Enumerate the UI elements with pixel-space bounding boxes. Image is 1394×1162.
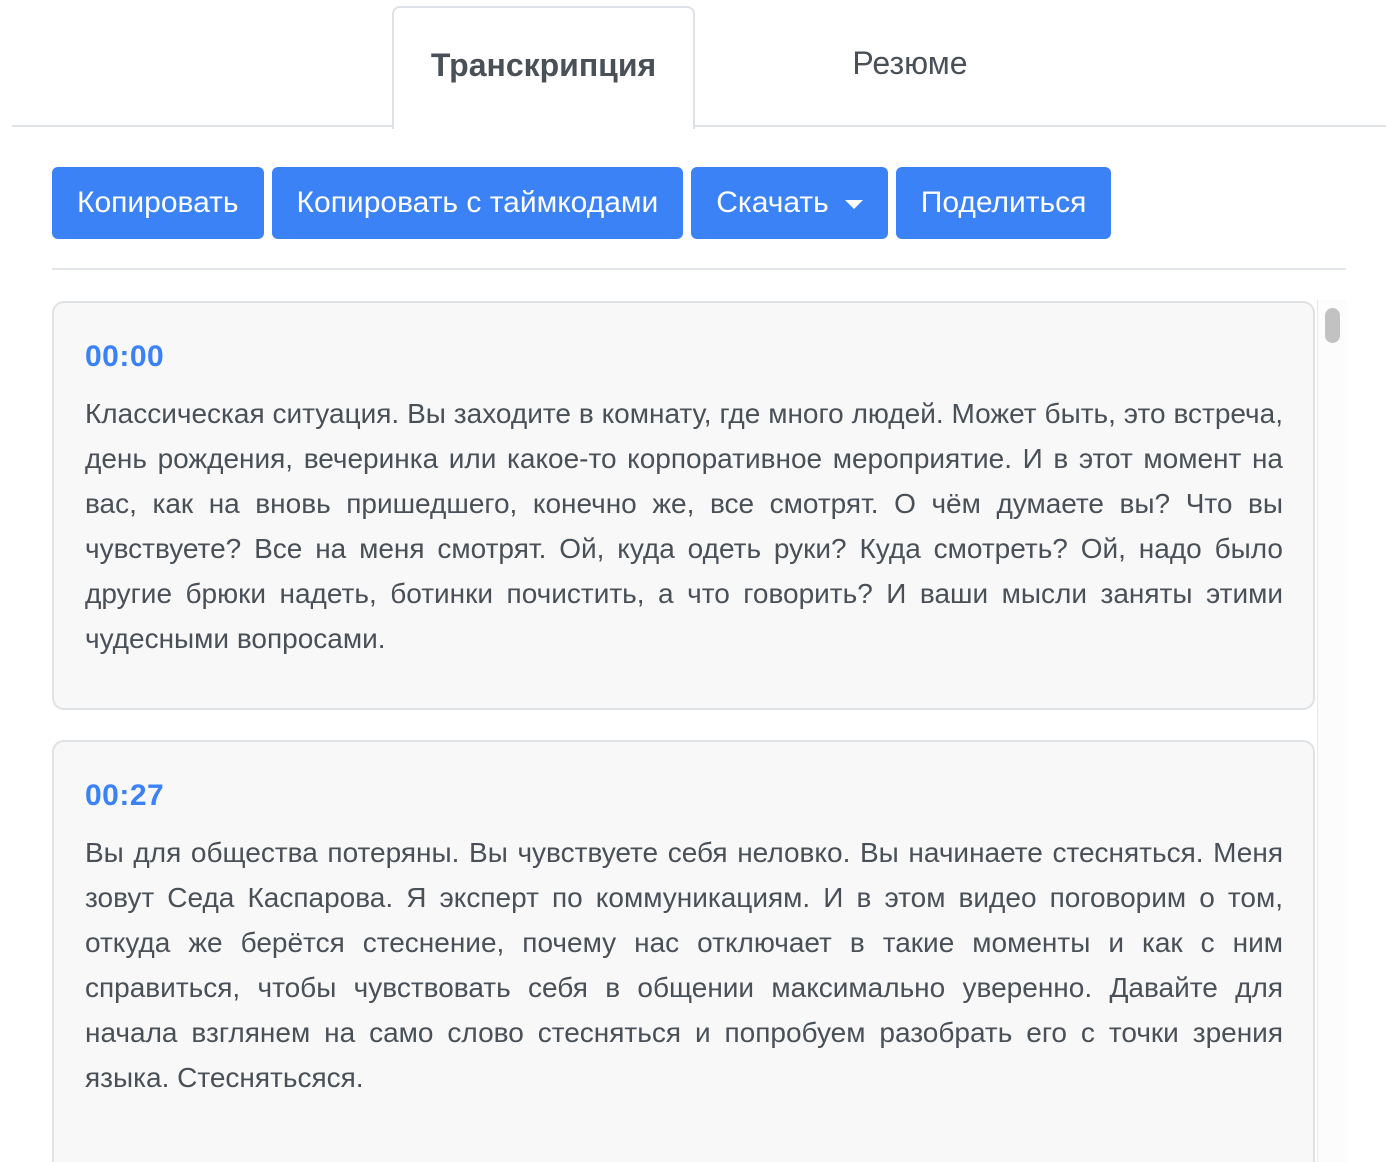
segment-timecode[interactable]: 00:00: [85, 339, 1283, 375]
share-button[interactable]: Поделиться: [895, 167, 1112, 239]
toolbar-divider: [52, 268, 1346, 270]
copy-with-timecodes-button[interactable]: Копировать с таймкодами: [271, 167, 684, 239]
download-dropdown-button[interactable]: Скачать: [691, 167, 888, 239]
scrollbar-thumb[interactable]: [1325, 308, 1340, 343]
caret-down-icon: [844, 199, 863, 209]
transcript-segment: 00:27 Вы для общества потеряны. Вы чувст…: [52, 740, 1315, 1162]
segment-timecode[interactable]: 00:27: [85, 778, 1283, 814]
segment-text: Вы для общества потеряны. Вы чувствуете …: [85, 837, 1283, 1093]
segment-text: Классическая ситуация. Вы заходите в ком…: [85, 398, 1283, 654]
tab-summary-label: Резюме: [852, 45, 968, 81]
tab-transcription[interactable]: Транскрипция: [392, 6, 695, 129]
transcript-list[interactable]: 00:00 Классическая ситуация. Вы заходите…: [52, 300, 1346, 1162]
tab-bar: Транскрипция Резюме: [12, 0, 1386, 129]
toolbar: Копировать Копировать с таймкодами Скача…: [52, 167, 1112, 239]
transcript-segment: 00:00 Классическая ситуация. Вы заходите…: [52, 301, 1315, 710]
copy-button[interactable]: Копировать: [52, 167, 264, 239]
scrollbar-track[interactable]: [1317, 300, 1346, 1162]
download-button-label: Скачать: [716, 186, 829, 219]
tab-summary[interactable]: Резюме: [695, 6, 1125, 127]
tab-transcription-label: Транскрипция: [430, 47, 657, 83]
